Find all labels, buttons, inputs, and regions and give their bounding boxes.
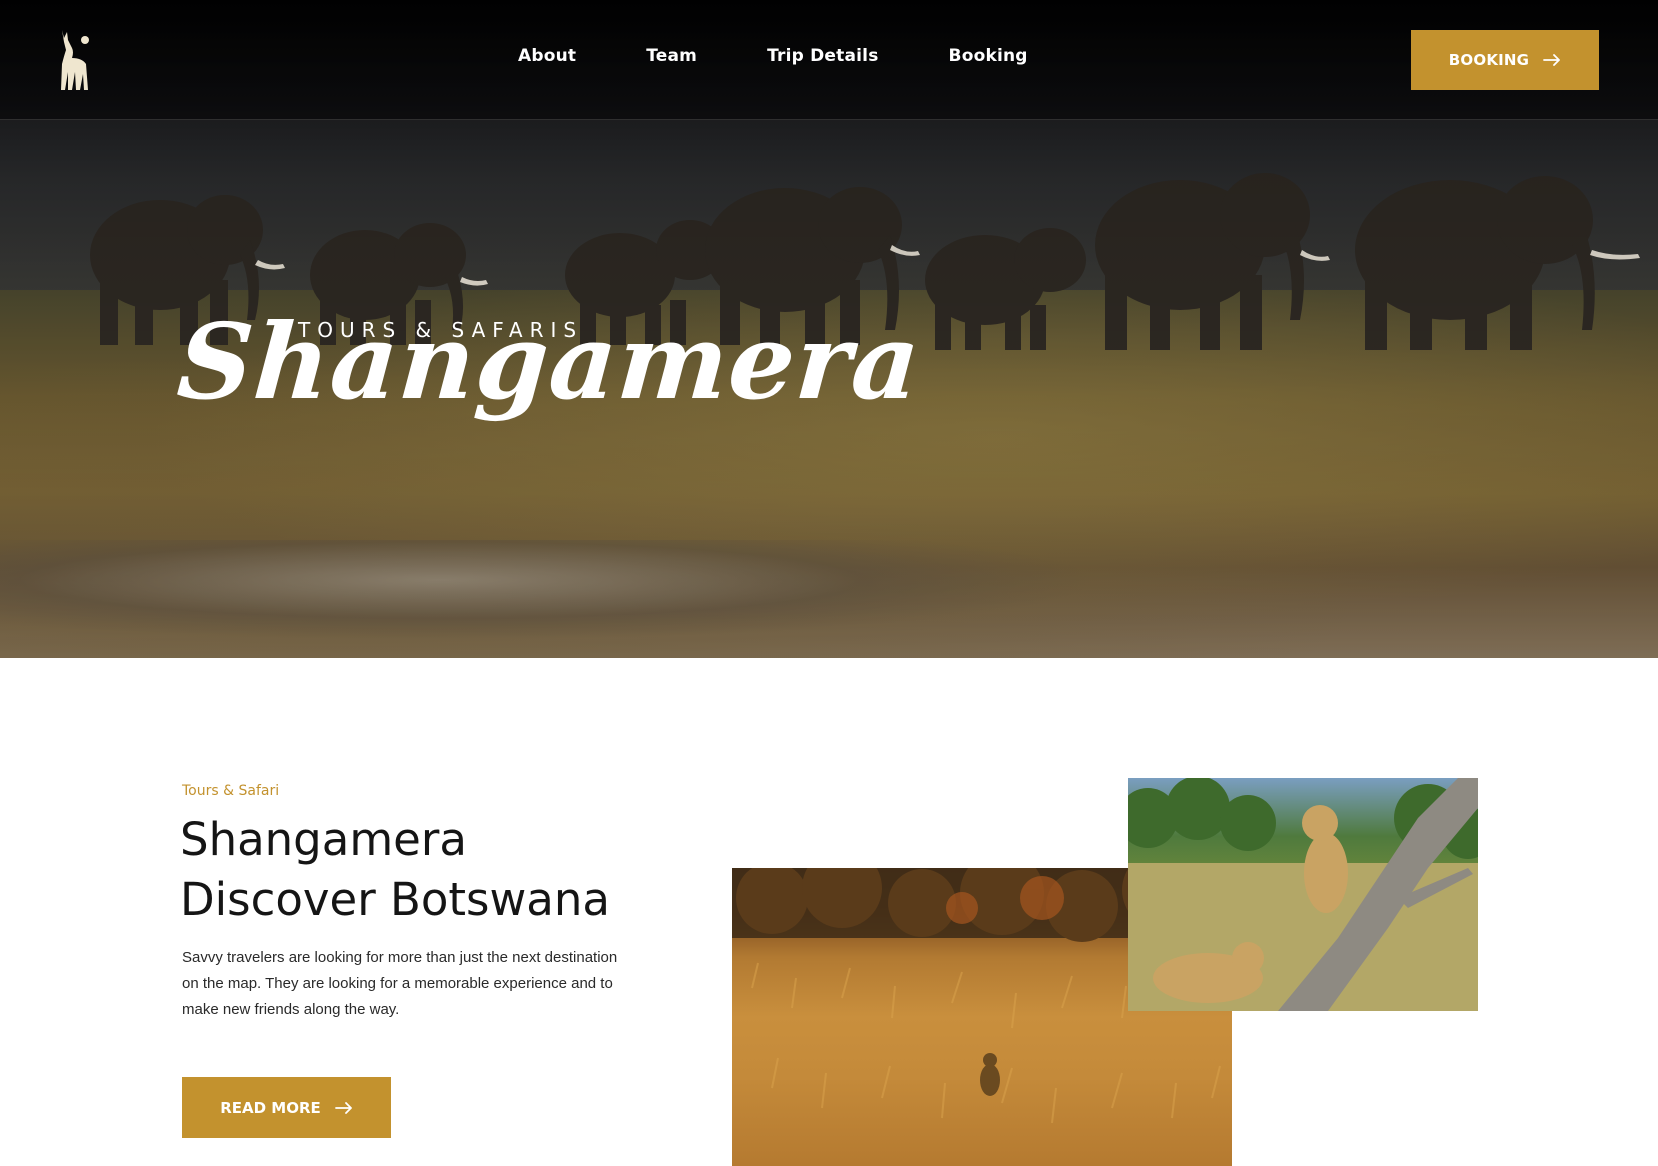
booking-button[interactable]: BOOKING	[1411, 30, 1599, 90]
hero-title: Shangamera	[173, 300, 925, 423]
lions-scene	[1128, 778, 1478, 1011]
nav-link-team[interactable]: Team	[646, 46, 697, 66]
lions-on-tree-photo	[1128, 778, 1478, 1011]
main-menu: About Team Trip Details Booking	[518, 46, 1098, 66]
arrow-right-icon	[1543, 54, 1561, 66]
read-more-button[interactable]: READ MORE	[182, 1077, 391, 1138]
cheetah-icon	[980, 1053, 1000, 1096]
booking-button-label: BOOKING	[1448, 51, 1530, 69]
arrow-right-icon	[334, 1101, 352, 1114]
nav-link-booking[interactable]: Booking	[949, 46, 1028, 66]
section-eyebrow: Tours & Safari	[182, 783, 280, 799]
section-heading-line-2: Discover Botswana	[180, 873, 610, 926]
read-more-label: READ MORE	[220, 1098, 321, 1117]
top-navigation: About Team Trip Details Booking BOOKING	[0, 0, 1658, 120]
section-heading-line-1: Shangamera	[180, 813, 467, 866]
nav-link-about[interactable]: About	[518, 46, 576, 66]
section-heading: Shangamera Discover Botswana	[180, 810, 740, 930]
gazelle-logo-icon[interactable]	[58, 28, 92, 92]
section-paragraph: Savvy travelers are looking for more tha…	[182, 949, 618, 1018]
nav-link-trip-details[interactable]: Trip Details	[767, 46, 878, 66]
